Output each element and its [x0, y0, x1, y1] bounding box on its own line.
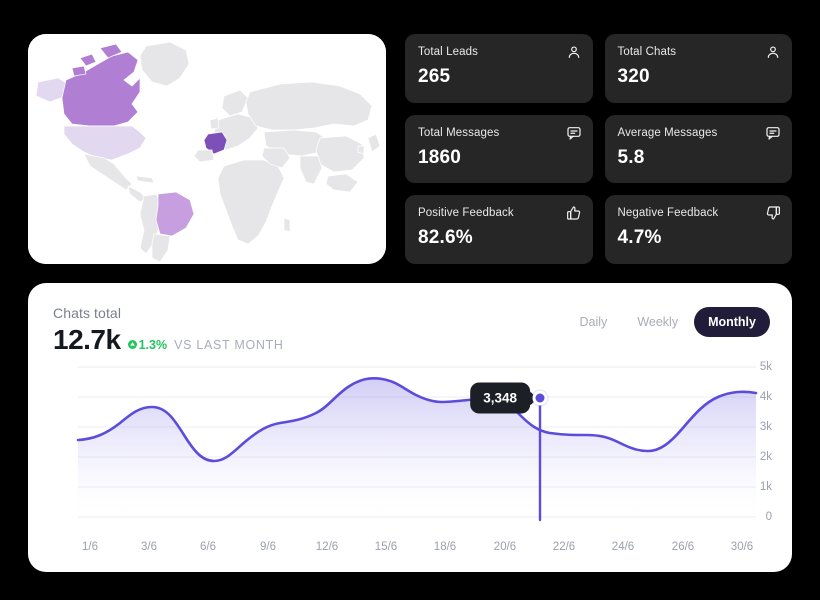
- stat-value: 4.7%: [618, 227, 780, 249]
- chart-tooltip: 3,348: [470, 383, 530, 414]
- stat-card-total-leads[interactable]: Total Leads 265: [405, 34, 593, 103]
- chats-total-chart-card: Chats total 12.7k 1.3% VS LAST MONTH Dai…: [28, 283, 792, 572]
- chart-header: Chats total 12.7k 1.3% VS LAST MONTH Dai…: [53, 305, 770, 355]
- x-tick-label: 12/6: [316, 541, 338, 553]
- stat-card-average-messages[interactable]: Average Messages 5.8: [605, 115, 793, 184]
- stat-value: 320: [618, 66, 780, 88]
- stat-label: Positive Feedback: [418, 206, 580, 220]
- x-tick-label: 20/6: [494, 541, 516, 553]
- stat-card-negative-feedback[interactable]: Negative Feedback 4.7%: [605, 195, 793, 264]
- x-tick-label: 24/6: [612, 541, 634, 553]
- x-tick-label: 30/6: [731, 541, 753, 553]
- stat-label: Negative Feedback: [618, 206, 780, 220]
- stat-label: Total Messages: [418, 126, 580, 140]
- top-row: Total Leads 265 Total Chats 320: [28, 34, 792, 264]
- message-icon: [566, 125, 582, 141]
- tab-weekly[interactable]: Weekly: [623, 307, 692, 337]
- x-tick-label: 1/6: [82, 541, 98, 553]
- chart-y-axis: 5k 4k 3k 2k 1k 0: [744, 355, 778, 535]
- stat-label: Total Chats: [618, 45, 780, 59]
- delta-badge: 1.3%: [128, 338, 168, 352]
- chart-total-value: 12.7k: [53, 325, 121, 355]
- stats-grid: Total Leads 265 Total Chats 320: [405, 34, 792, 264]
- vs-last-month-label: VS LAST MONTH: [174, 338, 284, 352]
- chart-header-left: Chats total 12.7k 1.3% VS LAST MONTH: [53, 305, 284, 355]
- y-tick-label: 4k: [738, 391, 772, 403]
- message-icon: [765, 125, 781, 141]
- user-icon: [765, 44, 781, 60]
- map-country-uk: [210, 118, 219, 129]
- map-country-canada-islands-3: [72, 66, 86, 76]
- x-tick-label: 22/6: [553, 541, 575, 553]
- thumbs-up-icon: [566, 205, 582, 221]
- stat-card-positive-feedback[interactable]: Positive Feedback 82.6%: [405, 195, 593, 264]
- stat-label: Average Messages: [618, 126, 780, 140]
- stat-value: 82.6%: [418, 227, 580, 249]
- y-tick-label: 2k: [738, 451, 772, 463]
- map-country-madagascar: [284, 218, 290, 232]
- x-tick-label: 6/6: [200, 541, 216, 553]
- stat-card-total-chats[interactable]: Total Chats 320: [605, 34, 793, 103]
- x-tick-label: 3/6: [141, 541, 157, 553]
- thumbs-down-icon: [765, 205, 781, 221]
- delta-value: 1.3%: [139, 338, 168, 352]
- y-tick-label: 0: [738, 511, 772, 523]
- stat-card-total-messages[interactable]: Total Messages 1860: [405, 115, 593, 184]
- stat-label: Total Leads: [418, 45, 580, 59]
- arrow-up-icon: [128, 340, 137, 349]
- stat-value: 265: [418, 66, 580, 88]
- user-icon: [566, 44, 582, 60]
- tab-daily[interactable]: Daily: [566, 307, 622, 337]
- x-tick-label: 18/6: [434, 541, 456, 553]
- period-tabs: Daily Weekly Monthly: [566, 307, 770, 337]
- chart-x-axis: 1/6 3/6 6/6 9/6 12/6 15/6 18/6 20/6 22/6…: [28, 535, 792, 565]
- chart-area-fill: [78, 378, 756, 517]
- tab-monthly[interactable]: Monthly: [694, 307, 770, 337]
- chart-metric-row: 12.7k 1.3% VS LAST MONTH: [53, 325, 284, 355]
- dashboard-page: Total Leads 265 Total Chats 320: [0, 0, 820, 600]
- x-tick-label: 15/6: [375, 541, 397, 553]
- x-tick-label: 26/6: [672, 541, 694, 553]
- y-tick-label: 3k: [738, 421, 772, 433]
- y-tick-label: 1k: [738, 481, 772, 493]
- stat-value: 5.8: [618, 147, 780, 169]
- chart-title: Chats total: [53, 305, 284, 321]
- world-map-card[interactable]: [28, 34, 386, 264]
- world-map-svg: [28, 34, 386, 264]
- chart-highlight-point[interactable]: [533, 391, 548, 406]
- y-tick-label: 5k: [738, 361, 772, 373]
- stat-value: 1860: [418, 147, 580, 169]
- x-tick-label: 9/6: [260, 541, 276, 553]
- chart-plot-area[interactable]: 5k 4k 3k 2k 1k 0 1/6 3/6 6/6 9/6 12/6 15…: [28, 355, 792, 572]
- area-chart-svg: [28, 355, 792, 540]
